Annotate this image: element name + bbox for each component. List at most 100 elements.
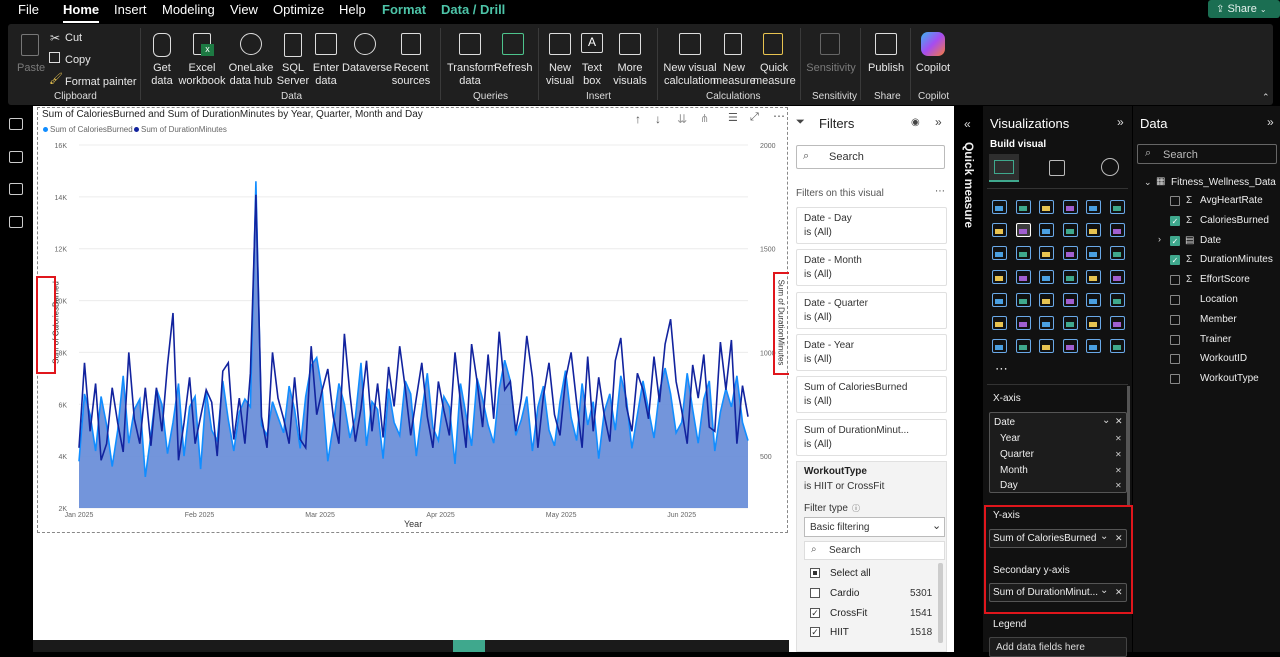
add-page-button[interactable] <box>453 640 485 652</box>
paginated-report-icon[interactable] <box>992 339 1007 354</box>
data-field-date[interactable]: Date <box>1200 235 1221 246</box>
filter-card[interactable]: Sum of CaloriesBurned is (All) <box>796 376 947 414</box>
remove-field-icon[interactable]: ✕ <box>1115 416 1123 427</box>
funnel-icon[interactable] <box>1039 246 1054 261</box>
sensitivity-button[interactable]: Sensitivity <box>806 62 856 75</box>
azure-map-icon[interactable] <box>1062 269 1078 284</box>
narrative-icon[interactable] <box>1086 316 1101 330</box>
power-automate-icon[interactable] <box>1039 339 1054 354</box>
more-visuals-button[interactable]: More visuals <box>607 62 653 88</box>
filled-map-icon[interactable] <box>1039 269 1054 284</box>
combo-chart-visual[interactable]: Sum of CaloriesBurned and Sum of Duratio… <box>37 107 788 533</box>
menu-format[interactable]: Format <box>382 2 426 17</box>
share-button[interactable]: ⇪ Share ⌄ <box>1208 0 1280 18</box>
kpi-icon[interactable] <box>1015 292 1031 307</box>
report-view-icon[interactable] <box>9 118 23 130</box>
menu-home[interactable]: Home <box>63 2 100 23</box>
matrix-icon[interactable] <box>1086 292 1101 307</box>
stacked-column-icon[interactable] <box>1015 200 1031 214</box>
menu-view[interactable]: View <box>230 2 258 17</box>
map-icon[interactable] <box>1015 269 1031 284</box>
workout-item-checkbox[interactable]: ✓ <box>810 607 820 618</box>
build-visual-tab[interactable] <box>989 154 1019 182</box>
workout-item-checkbox[interactable] <box>810 588 820 598</box>
qa-icon[interactable] <box>1062 316 1078 330</box>
publish-button[interactable]: Publish <box>868 62 904 75</box>
field-checkbox[interactable] <box>1170 314 1180 325</box>
collapse-viz-icon[interactable]: » <box>1117 115 1124 129</box>
more-options-icon[interactable]: ⋯ <box>935 186 945 197</box>
paste-button[interactable]: Paste <box>17 62 45 75</box>
quick-measure-button[interactable]: Quick measure <box>753 62 796 88</box>
line-column-icon[interactable] <box>1086 223 1101 238</box>
eye-icon[interactable]: ◉ <box>911 117 920 128</box>
data-field-durationminutes[interactable]: DurationMinutes <box>1200 254 1273 265</box>
treemap-icon[interactable] <box>992 269 1007 284</box>
cut-button[interactable]: Cut <box>65 32 82 45</box>
legend-well[interactable]: Add data fields here <box>989 637 1127 657</box>
dax-query-view-icon[interactable] <box>9 216 23 228</box>
filter-card[interactable]: Date - Month is (All) <box>796 249 947 287</box>
x-axis-level[interactable]: Quarter <box>1000 449 1034 460</box>
remove-level-icon[interactable]: ✕ <box>1115 466 1122 475</box>
scatter-icon[interactable] <box>1062 246 1078 261</box>
data-field-caloriesburned[interactable]: CaloriesBurned <box>1200 215 1269 226</box>
copy-button[interactable]: Copy <box>65 54 91 67</box>
format-painter-button[interactable]: Format painter <box>65 76 137 89</box>
multi-card-icon[interactable] <box>992 292 1007 307</box>
menu-file[interactable]: File <box>18 2 39 17</box>
collapse-filters-icon[interactable]: » <box>935 115 942 129</box>
collapse-data-icon[interactable]: » <box>1267 115 1274 129</box>
100-column-icon[interactable] <box>1109 200 1125 214</box>
line-stacked-column-icon[interactable] <box>1109 223 1125 238</box>
diamond-visual-icon[interactable] <box>1086 339 1101 354</box>
dataverse-button[interactable]: Dataverse <box>342 62 392 75</box>
model-view-icon[interactable] <box>9 183 23 195</box>
filter-card[interactable]: Sum of DurationMinut... is (All) <box>796 418 947 456</box>
metrics-icon[interactable] <box>1062 339 1078 354</box>
100-area-icon[interactable] <box>1062 223 1078 238</box>
chevron-down-icon[interactable]: ⌄ <box>1102 415 1110 426</box>
data-field-avgheartrate[interactable]: AvgHeartRate <box>1200 195 1263 206</box>
card-icon[interactable] <box>1109 269 1125 284</box>
remove-level-icon[interactable]: ✕ <box>1115 450 1122 459</box>
workout-type-filter-card[interactable]: WorkoutType is HIIT or CrossFit Filter t… <box>796 461 947 652</box>
new-visual-button[interactable]: New visual <box>545 62 575 88</box>
field-checkbox[interactable] <box>1170 275 1180 286</box>
expand-field-icon[interactable]: › <box>1158 234 1161 244</box>
stacked-bar-icon[interactable] <box>992 200 1007 214</box>
workout-item-checkbox[interactable]: ✓ <box>810 627 820 637</box>
100-bar-icon[interactable] <box>1086 200 1101 214</box>
remove-level-icon[interactable]: ✕ <box>1115 481 1122 490</box>
slicer-icon[interactable] <box>1039 292 1054 307</box>
filter-card[interactable]: Date - Year is (All) <box>796 333 947 371</box>
r-visual-icon[interactable] <box>1109 292 1125 307</box>
select-all-label[interactable]: Select all <box>830 568 871 579</box>
data-field-workouttype[interactable]: WorkoutType <box>1200 373 1259 384</box>
filters-search-input[interactable]: ⌕ Search <box>796 145 945 169</box>
menu-data-drill[interactable]: Data / Drill <box>441 2 505 17</box>
power-apps-icon[interactable] <box>1015 339 1031 354</box>
table-view-icon[interactable] <box>9 151 23 163</box>
chevrons-icon[interactable] <box>1109 339 1125 354</box>
onelake-button[interactable]: OneLake data hub <box>225 62 277 88</box>
workout-item-label[interactable]: Cardio <box>830 588 859 599</box>
donut-chart-icon[interactable] <box>1109 246 1125 261</box>
remove-level-icon[interactable]: ✕ <box>1115 434 1122 443</box>
text-box-button[interactable]: Text box <box>578 62 606 88</box>
python-visual-icon[interactable] <box>992 316 1007 330</box>
clustered-bar-icon[interactable] <box>1039 200 1054 214</box>
new-measure-button[interactable]: New measure <box>713 62 756 88</box>
pie-chart-icon[interactable] <box>1086 246 1101 261</box>
menu-optimize[interactable]: Optimize <box>273 2 324 17</box>
viz-scrollbar[interactable] <box>1127 386 1130 506</box>
clustered-column-icon[interactable] <box>1062 200 1078 214</box>
filter-card[interactable]: Date - Quarter is (All) <box>796 291 947 329</box>
stacked-area-icon[interactable] <box>1039 223 1054 238</box>
filter-list-scrollbar[interactable] <box>938 563 943 643</box>
menu-help[interactable]: Help <box>339 2 366 17</box>
decomposition-tree-icon[interactable] <box>1039 316 1054 330</box>
data-search-input[interactable]: ⌕ Search <box>1137 144 1277 164</box>
collapse-visualizations-icon[interactable]: « <box>964 117 971 131</box>
waterfall-icon[interactable] <box>1015 246 1031 261</box>
